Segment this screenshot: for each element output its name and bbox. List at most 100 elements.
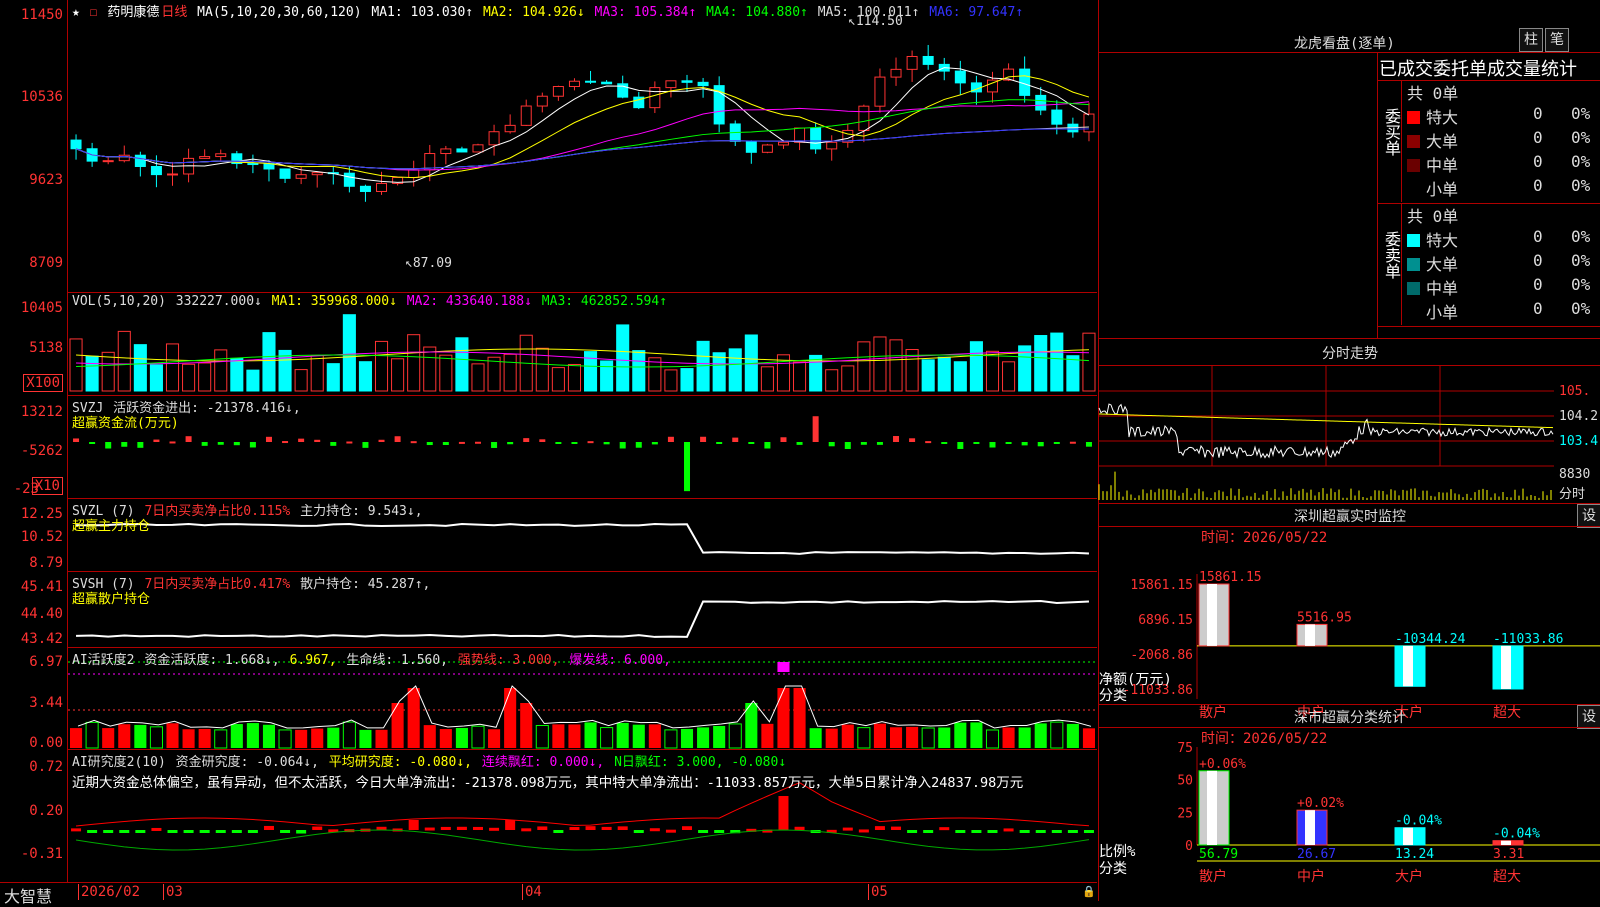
activity-bar (1050, 721, 1064, 749)
flow-bar (442, 442, 449, 446)
volume-bar (101, 351, 115, 392)
intraday-chart[interactable] (1098, 366, 1600, 502)
order-count: 0 (1533, 251, 1543, 270)
volume-bar (374, 340, 389, 392)
research-bar (1083, 830, 1094, 833)
kline-panel[interactable] (68, 0, 1097, 270)
bar-mode-button[interactable]: 柱 (1519, 28, 1543, 52)
candle (745, 140, 757, 153)
flow-bar (1053, 442, 1060, 444)
flow-bar (298, 438, 305, 442)
candle (102, 160, 114, 163)
volume-bar (616, 324, 630, 392)
flow-bar (684, 442, 691, 492)
activity-bar (552, 724, 565, 748)
buy-total: 共 0单 (1407, 84, 1459, 103)
volume-bar (793, 361, 807, 392)
flow-bar (716, 442, 723, 444)
activity-bar (873, 723, 886, 748)
monitor-value-label: 5516.95 (1297, 610, 1352, 625)
flow-bar (330, 442, 337, 446)
date-may: 05 (868, 884, 888, 900)
research-bar (617, 826, 628, 830)
volume-bar (391, 358, 405, 392)
research-bar (987, 830, 998, 833)
svzl-subtitle: 超赢主力持仓 (72, 519, 151, 534)
candle (826, 141, 838, 150)
volume-bar (857, 341, 871, 392)
flow-bar (587, 441, 594, 444)
flow-bar (169, 441, 176, 444)
order-percent: 0% (1571, 275, 1591, 294)
kline-chart[interactable] (68, 0, 1097, 270)
low-price-marker: ↖87.09 (405, 256, 452, 271)
flow-bar (105, 442, 112, 449)
order-row: 中单 (1407, 275, 1458, 299)
flow-bar (1069, 441, 1076, 444)
volume-bar (937, 356, 951, 392)
avg-research-line (75, 829, 1090, 851)
high-price-marker: ↖114.50 (848, 14, 903, 29)
activity-line (77, 685, 1092, 729)
monitor-title: 深圳超赢实时监控 (1294, 509, 1406, 525)
volume-bar (712, 352, 726, 392)
research-bar (714, 830, 725, 833)
indicator-value: 6.967, (289, 653, 345, 668)
order-percent: 0% (1571, 104, 1591, 123)
volume-bar (760, 366, 774, 392)
flow-bar (426, 442, 433, 446)
order-row: 特大 (1407, 227, 1458, 251)
research-bar (971, 830, 982, 833)
classify-value-label: 3.31 (1493, 847, 1524, 862)
candle (376, 182, 388, 192)
period-label[interactable]: 日线 (161, 5, 187, 20)
research-bar (199, 830, 210, 833)
flow-bar (764, 442, 771, 449)
flow-bar (249, 442, 256, 448)
holding-line (76, 522, 1090, 555)
volume-bar (133, 344, 147, 392)
tick-mode-button[interactable]: 笔 (1545, 28, 1569, 52)
flow-bar (893, 436, 900, 442)
svsh-subtitle: 超赢散户持仓 (72, 592, 151, 607)
favorite-star-icon[interactable]: ★ (72, 5, 80, 20)
candle (681, 80, 693, 83)
ai-research-tick: 0.20 (29, 803, 63, 819)
order-row: 小单 (1407, 299, 1458, 323)
volume-bar (149, 364, 163, 392)
classify-tick: 25 (1177, 806, 1193, 821)
indicator-value: MA3: 462852.594↑ (541, 294, 668, 309)
classify-tick: 0 (1185, 839, 1193, 854)
indicator-value: 连续飘红: 0.000↓, (481, 755, 613, 770)
intraday-panel[interactable]: 分时走势 105. 104.2 103.4 8830 分时 (1098, 338, 1600, 503)
activity-bar (793, 688, 806, 748)
color-swatch-icon (1407, 234, 1420, 247)
order-count: 0 (1533, 275, 1543, 294)
activity-bar (391, 703, 404, 748)
activity-bar (1066, 723, 1079, 748)
volume-bar (358, 361, 372, 392)
activity-bar (1082, 728, 1095, 748)
flow-bar (153, 439, 160, 442)
svsh-tick: 43.42 (20, 631, 63, 647)
activity-bar (134, 724, 147, 748)
candle (343, 172, 355, 187)
research-bar (183, 830, 194, 833)
volume-bar (664, 369, 678, 392)
ai-research-comment: 近期大资金总体偏空，虽有异动，但不太活跃，今日大单净流出：-21378.098万… (72, 775, 1024, 791)
candle (279, 168, 291, 179)
classify-value-label: 13.24 (1395, 847, 1434, 862)
candle (552, 86, 564, 97)
flow-bar (1021, 442, 1028, 446)
svzj-unit-badge: X10 (31, 477, 63, 495)
order-percent: 0% (1571, 128, 1591, 147)
research-bar (215, 830, 226, 833)
longhu-title: 龙虎看盘(逐单) (1294, 36, 1395, 52)
lock-icon[interactable]: 🔒 (1082, 885, 1096, 898)
research-bar (633, 830, 644, 833)
activity-bar (182, 729, 195, 748)
research-bar (601, 826, 612, 830)
activity-bar (375, 729, 388, 748)
date-mar: 03 (163, 884, 183, 900)
volume-bar (1082, 332, 1096, 392)
